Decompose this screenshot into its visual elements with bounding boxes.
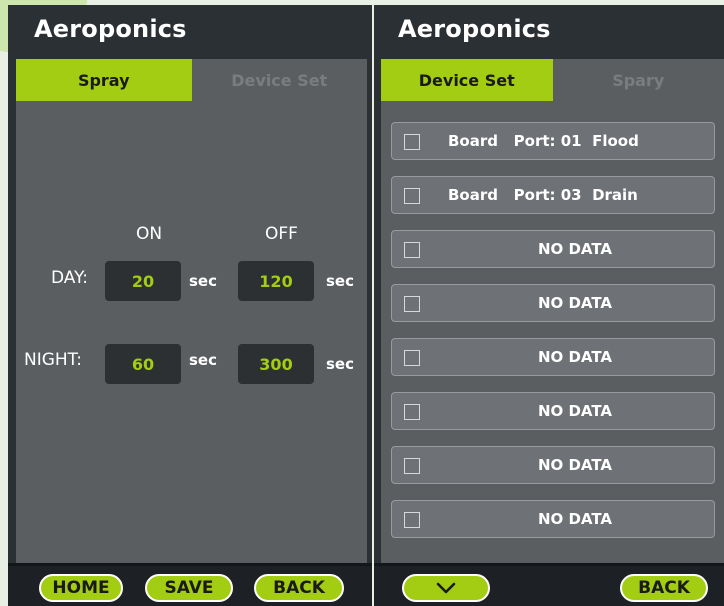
device-checkbox[interactable]	[404, 458, 420, 474]
device-slot-label: NO DATA	[537, 510, 613, 528]
tab-device-set[interactable]: Device Set	[381, 59, 553, 101]
home-button[interactable]: HOME	[39, 574, 123, 602]
spray-panel: Aeroponics Spray Device Set ON OFF DAY: …	[8, 5, 372, 606]
tab-spray[interactable]: Spray	[16, 59, 192, 101]
device-slot-label: NO DATA	[537, 402, 613, 420]
night-on-unit: sec	[189, 351, 217, 369]
night-label: NIGHT:	[24, 350, 82, 370]
device-slot-label: NO DATA	[537, 348, 613, 366]
spray-settings: ON OFF DAY: 20 sec 120 sec NIGHT: 60 sec…	[16, 101, 367, 563]
back-button[interactable]: BACK	[254, 574, 344, 602]
device-slot[interactable]: NO DATA	[391, 284, 715, 322]
day-label: DAY:	[51, 268, 88, 288]
tab-device-set[interactable]: Device Set	[191, 59, 367, 101]
device-checkbox[interactable]	[404, 512, 420, 528]
save-button[interactable]: SAVE	[145, 574, 233, 602]
device-slot[interactable]: NO DATA	[391, 446, 715, 484]
tab-bar: Spray Device Set	[16, 59, 367, 101]
device-set-panel: Aeroponics Device Set Spary Board Port: …	[374, 5, 724, 606]
device-slot[interactable]: NO DATA	[391, 392, 715, 430]
device-slot[interactable]: NO DATA	[391, 230, 715, 268]
app-title: Aeroponics	[398, 15, 551, 43]
night-off-unit: sec	[326, 355, 354, 373]
device-slot[interactable]: Board Port: 03 Drain	[391, 176, 715, 214]
device-slot-label: Board Port: 01 Flood	[448, 132, 639, 150]
day-on-input[interactable]: 20	[105, 261, 181, 301]
device-checkbox[interactable]	[404, 404, 420, 420]
day-on-unit: sec	[189, 272, 217, 290]
device-slot-label: NO DATA	[537, 294, 613, 312]
device-slot[interactable]: NO DATA	[391, 500, 715, 538]
on-column-label: ON	[136, 224, 163, 244]
day-off-unit: sec	[326, 272, 354, 290]
device-checkbox[interactable]	[404, 296, 420, 312]
night-off-input[interactable]: 300	[238, 344, 314, 384]
back-button[interactable]: BACK	[620, 574, 708, 602]
device-checkbox[interactable]	[404, 188, 420, 204]
device-checkbox[interactable]	[404, 134, 420, 150]
footer-bar: BACK	[374, 563, 724, 606]
footer-bar: HOME SAVE BACK	[8, 563, 372, 606]
device-slot-label: NO DATA	[537, 456, 613, 474]
device-slot-label: NO DATA	[537, 240, 613, 258]
device-slot-label: Board Port: 03 Drain	[448, 186, 638, 204]
off-column-label: OFF	[265, 224, 298, 244]
scroll-down-button[interactable]	[402, 574, 490, 602]
device-checkbox[interactable]	[404, 242, 420, 258]
device-slot[interactable]: NO DATA	[391, 338, 715, 376]
tab-spray[interactable]: Spary	[552, 59, 724, 101]
chevron-down-icon	[436, 582, 456, 594]
night-on-input[interactable]: 60	[105, 344, 181, 384]
tab-bar: Device Set Spary	[381, 59, 724, 101]
device-slot[interactable]: Board Port: 01 Flood	[391, 122, 715, 160]
device-list: Board Port: 01 Flood Board Port: 03 Drai…	[381, 101, 724, 563]
app-title: Aeroponics	[34, 15, 187, 43]
day-off-input[interactable]: 120	[238, 261, 314, 301]
device-checkbox[interactable]	[404, 350, 420, 366]
